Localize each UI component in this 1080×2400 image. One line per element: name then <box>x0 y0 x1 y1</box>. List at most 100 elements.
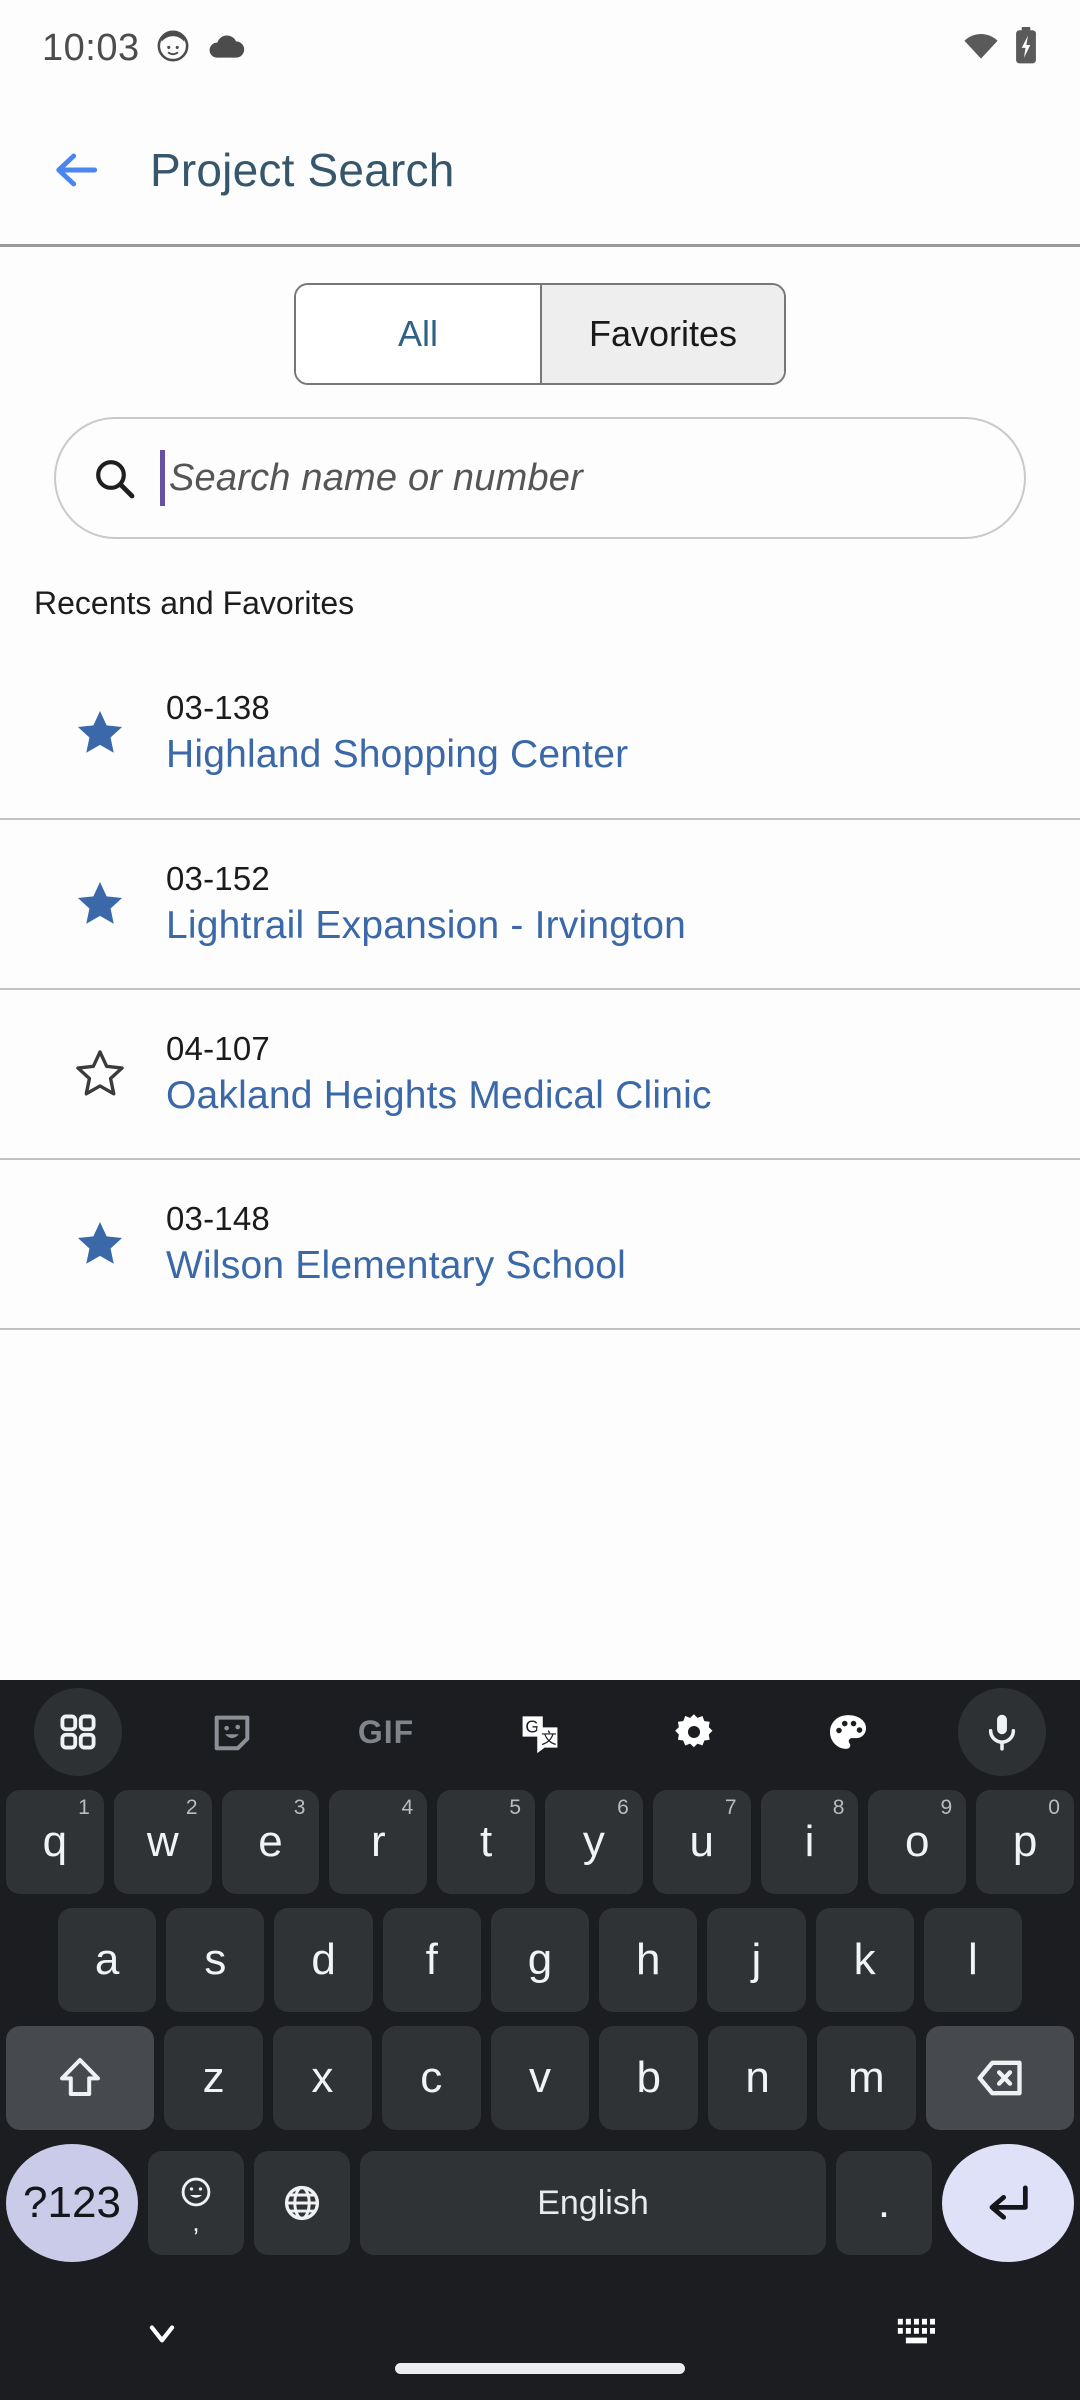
key-label: y <box>582 1817 605 1866</box>
period-key[interactable]: . <box>836 2151 932 2255</box>
key-label: l <box>967 1935 978 1984</box>
language-key[interactable] <box>254 2151 350 2255</box>
phone-screen: 10:03 Project Search All Favorites Searc… <box>0 0 1080 2400</box>
key-label: u <box>689 1817 714 1866</box>
key-label: m <box>848 2053 885 2102</box>
translate-icon[interactable]: G 文 <box>496 1688 584 1776</box>
key-u[interactable]: 7u <box>652 1790 751 1894</box>
list-section-title: Recents and Favorites <box>34 585 355 621</box>
gear-icon[interactable] <box>650 1688 738 1776</box>
gif-icon[interactable]: GIF <box>342 1688 430 1776</box>
key-superscript: 2 <box>185 1796 198 1819</box>
key-v[interactable]: v <box>490 2026 590 2130</box>
shift-key[interactable] <box>6 2026 155 2130</box>
star-outline-icon[interactable] <box>34 1047 166 1101</box>
enter-key[interactable] <box>942 2144 1074 2262</box>
chevron-down-icon <box>149 2324 175 2342</box>
key-label: e <box>258 1817 283 1866</box>
key-n[interactable]: n <box>708 2026 807 2130</box>
key-e[interactable]: 3e <box>221 1790 320 1894</box>
project-name: Lightrail Expansion - Irvington <box>166 904 686 947</box>
key-t[interactable]: 5t <box>437 1790 535 1894</box>
switch-keyboard-button[interactable] <box>894 2313 940 2358</box>
key-m[interactable]: m <box>816 2026 916 2130</box>
table-row[interactable]: 03-152 Lightrail Expansion - Irvington <box>0 818 1080 988</box>
key-label: k <box>853 1935 876 1984</box>
project-number: 04-107 <box>166 1030 270 1067</box>
table-row[interactable]: 03-148 Wilson Elementary School <box>0 1158 1080 1328</box>
key-d[interactable]: d <box>274 1908 373 2012</box>
key-i[interactable]: 8i <box>760 1790 859 1894</box>
microphone-icon[interactable] <box>958 1688 1046 1776</box>
palette-icon[interactable] <box>804 1688 892 1776</box>
project-name: Wilson Elementary School <box>166 1244 626 1287</box>
key-p[interactable]: 0p <box>976 1790 1074 1894</box>
search-input[interactable]: Search name or number <box>54 417 1026 539</box>
keyboard-row-4: ?123 , English . <box>6 2144 1074 2262</box>
key-superscript: 9 <box>940 1796 953 1819</box>
tab-favorites[interactable]: Favorites <box>540 285 784 383</box>
back-button[interactable] <box>34 128 118 212</box>
row-text: 03-148 Wilson Elementary School <box>166 1200 626 1288</box>
key-k[interactable]: k <box>815 1908 914 2012</box>
key-superscript: 1 <box>78 1796 90 1819</box>
grid-icon[interactable] <box>34 1688 122 1776</box>
status-bar-right <box>962 26 1038 70</box>
key-s[interactable]: s <box>166 1908 265 2012</box>
key-z[interactable]: z <box>164 2026 263 2130</box>
svg-text:G: G <box>525 1716 539 1736</box>
home-indicator[interactable] <box>395 2363 685 2374</box>
key-y[interactable]: 6y <box>545 1790 643 1894</box>
battery-charging-icon <box>1014 26 1038 70</box>
key-b[interactable]: b <box>599 2026 699 2130</box>
symbols-key[interactable]: ?123 <box>6 2144 138 2262</box>
project-number: 03-138 <box>166 689 270 726</box>
search-placeholder: Search name or number <box>169 456 583 499</box>
space-key[interactable]: English <box>360 2151 826 2255</box>
key-w[interactable]: 2w <box>113 1790 212 1894</box>
key-l[interactable]: l <box>923 1908 1022 2012</box>
key-j[interactable]: j <box>707 1908 806 2012</box>
key-o[interactable]: 9o <box>868 1790 967 1894</box>
star-filled-icon[interactable] <box>34 706 166 760</box>
key-label: d <box>311 1935 336 1984</box>
key-x[interactable]: x <box>273 2026 372 2130</box>
key-label: v <box>528 2053 551 2102</box>
emoji-comma-key[interactable]: , <box>148 2151 244 2255</box>
key-label: b <box>636 2053 662 2102</box>
key-q[interactable]: 1q <box>6 1790 104 1894</box>
backspace-key[interactable] <box>925 2026 1074 2130</box>
app-bar: Project Search <box>0 96 1080 244</box>
key-superscript: 6 <box>617 1796 629 1819</box>
star-filled-icon[interactable] <box>34 1217 166 1271</box>
key-c[interactable]: c <box>381 2026 481 2130</box>
table-row[interactable]: 03-138 Highland Shopping Center <box>0 648 1080 818</box>
key-a[interactable]: a <box>58 1908 157 2012</box>
tab-all[interactable]: All <box>296 285 540 383</box>
text-cursor <box>160 450 165 506</box>
keyboard-toolbar: GIF G 文 <box>0 1680 1080 1784</box>
globe-icon <box>284 2185 320 2221</box>
key-f[interactable]: f <box>382 1908 481 2012</box>
table-row[interactable]: 04-107 Oakland Heights Medical Clinic <box>0 988 1080 1158</box>
sticker-icon[interactable] <box>188 1688 276 1776</box>
key-h[interactable]: h <box>599 1908 698 2012</box>
backspace-icon <box>977 2060 1022 2096</box>
gif-label: GIF <box>357 1713 415 1750</box>
star-filled-icon[interactable] <box>34 877 166 931</box>
enter-icon <box>989 2185 1028 2220</box>
comma-label: , <box>192 2206 200 2237</box>
keyboard-row-3: zxcv bnm <box>6 2026 1074 2130</box>
key-g[interactable]: g <box>490 1908 590 2012</box>
status-bar: 10:03 <box>0 0 1080 96</box>
status-bar-clock: 10:03 <box>42 26 140 69</box>
keyboard-nav-bar <box>0 2270 1080 2400</box>
key-superscript: 4 <box>401 1796 414 1819</box>
key-superscript: 0 <box>1048 1796 1060 1819</box>
hide-keyboard-button[interactable] <box>140 2311 184 2360</box>
key-label: h <box>635 1935 661 1984</box>
key-r[interactable]: 4r <box>329 1790 428 1894</box>
key-superscript: 8 <box>832 1796 845 1819</box>
key-superscript: 3 <box>293 1796 306 1819</box>
row-text: 03-138 Highland Shopping Center <box>166 689 628 777</box>
